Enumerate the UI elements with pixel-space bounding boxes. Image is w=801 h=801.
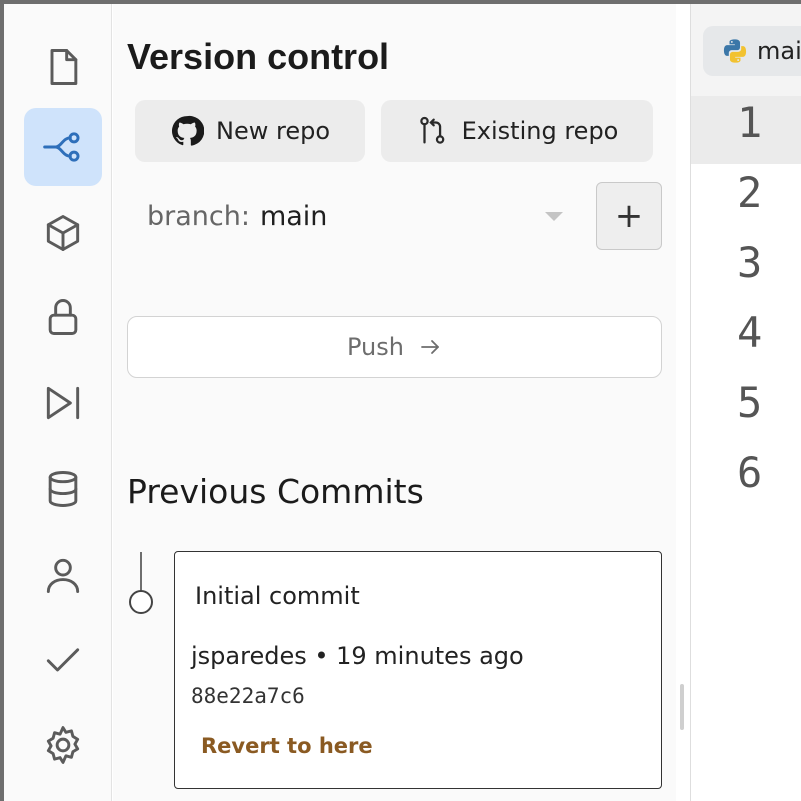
nav-files[interactable] <box>24 28 102 106</box>
add-branch-button[interactable]: + <box>596 182 662 250</box>
line-number: 5 <box>737 378 763 427</box>
nav-run[interactable] <box>24 364 102 442</box>
commit-message: Initial commit <box>195 582 360 610</box>
nav-packages[interactable] <box>24 194 102 272</box>
commit-card: Initial commit jsparedes • 19 minutes ag… <box>174 551 662 789</box>
file-icon <box>50 49 78 85</box>
version-control-panel: Version control New repo Existing repo b… <box>113 4 676 801</box>
chevron-down-icon <box>545 212 563 221</box>
branch-prefix: branch: <box>147 200 250 232</box>
line-number: 3 <box>737 238 763 287</box>
timeline-dot <box>129 590 153 614</box>
database-icon <box>48 471 78 507</box>
nav-checks[interactable] <box>24 620 102 698</box>
checkmark-icon <box>46 648 80 672</box>
new-repo-button[interactable]: New repo <box>135 100 365 162</box>
nav-settings[interactable] <box>24 706 102 784</box>
previous-commits-heading: Previous Commits <box>127 472 424 511</box>
nav-database[interactable] <box>24 450 102 528</box>
new-repo-label: New repo <box>216 117 330 145</box>
push-label: Push <box>347 333 404 361</box>
github-icon <box>171 115 204 146</box>
commit-meta: jsparedes • 19 minutes ago <box>191 642 524 670</box>
push-button[interactable]: Push <box>127 316 662 378</box>
commit-hash: 88e22a7c6 <box>191 684 305 708</box>
panel-resize-handle[interactable] <box>680 684 684 730</box>
line-number: 2 <box>737 168 763 217</box>
editor-area: main 1 2 3 4 5 6 <box>690 4 801 801</box>
existing-repo-button[interactable]: Existing repo <box>381 100 653 162</box>
lock-icon <box>48 299 78 335</box>
user-icon <box>46 558 80 593</box>
settings-gear-icon <box>46 726 80 764</box>
branch-select[interactable]: branch: main <box>131 184 563 248</box>
panel-title: Version control <box>127 36 390 77</box>
editor-tab-label: main <box>757 37 801 65</box>
git-branch-icon <box>43 132 80 162</box>
play-skip-icon <box>46 386 80 420</box>
nav-version-control[interactable] <box>24 108 102 186</box>
git-pull-request-icon <box>419 116 444 144</box>
existing-repo-label: Existing repo <box>461 117 619 145</box>
timeline-line <box>140 552 142 592</box>
revert-to-here-link[interactable]: Revert to here <box>201 734 373 758</box>
line-number: 1 <box>737 98 763 147</box>
arrow-right-icon <box>421 340 439 354</box>
nav-secrets[interactable] <box>24 278 102 356</box>
nav-account[interactable] <box>24 536 102 614</box>
editor-tab[interactable]: main <box>703 26 801 76</box>
line-number: 6 <box>737 448 763 497</box>
package-cube-icon <box>46 215 80 251</box>
python-icon <box>723 39 747 63</box>
activity-bar <box>4 4 112 801</box>
line-number: 4 <box>737 308 763 357</box>
branch-value: main <box>259 200 328 232</box>
